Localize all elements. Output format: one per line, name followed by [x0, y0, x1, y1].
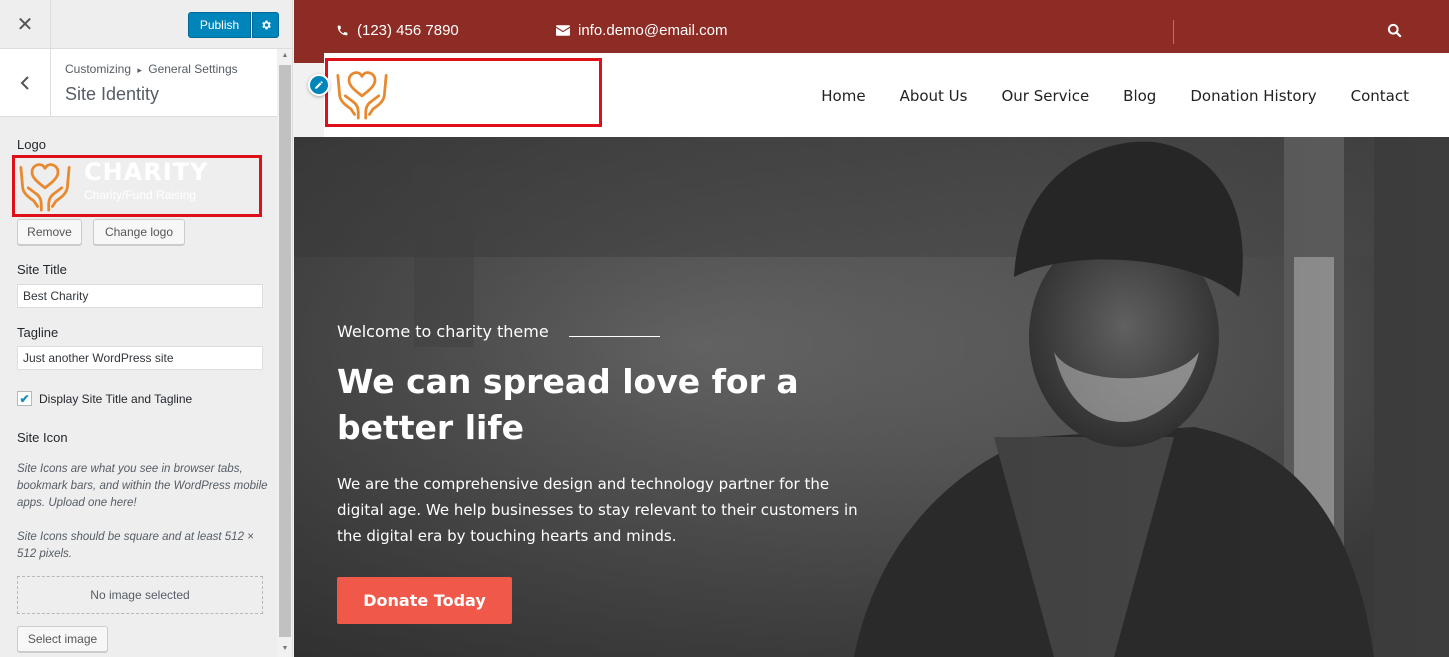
publish-settings-button[interactable] [252, 12, 279, 38]
remove-logo-button[interactable]: Remove [17, 219, 82, 245]
no-image-placeholder: No image selected [17, 576, 263, 614]
hero-banner: Welcome to charity theme We can spread l… [294, 137, 1449, 657]
site-icon-label: Site Icon [17, 430, 68, 445]
nav-about-us[interactable]: About Us [900, 87, 968, 105]
tagline-label: Tagline [17, 325, 59, 340]
hero-description: We are the comprehensive design and tech… [337, 475, 858, 545]
back-button[interactable] [0, 49, 51, 117]
close-icon: ✕ [16, 14, 34, 36]
chevron-left-icon [20, 76, 29, 90]
display-title-tagline-label: Display Site Title and Tagline [39, 392, 193, 406]
email-address: info.demo@email.com [578, 22, 728, 39]
email-contact[interactable]: info.demo@email.com [556, 22, 727, 39]
nav-menu: Home About Us Our Service Blog Donation … [821, 87, 1409, 105]
nav-our-service[interactable]: Our Service [1001, 87, 1089, 105]
nav-home[interactable]: Home [821, 87, 865, 105]
donate-today-button[interactable]: Donate Today [337, 577, 512, 624]
customizer-header: ✕ Publish [0, 0, 292, 49]
breadcrumb-separator: ▸ [137, 65, 142, 75]
nav-donation-history[interactable]: Donation History [1190, 87, 1316, 105]
nav-contact[interactable]: Contact [1351, 87, 1409, 105]
sidebar-scrollbar[interactable]: ▲ ▼ [277, 49, 292, 657]
scroll-down-icon[interactable]: ▼ [281, 645, 289, 652]
phone-contact[interactable]: (123) 456 7890 [336, 22, 459, 39]
display-title-tagline-checkbox[interactable]: ✔ [17, 391, 32, 406]
select-image-button[interactable]: Select image [17, 626, 108, 652]
site-icon-size-note: Site Icons should be square and at least… [17, 531, 254, 560]
top-bar-divider [1173, 20, 1174, 44]
envelope-icon [556, 25, 570, 36]
close-customizer-button[interactable]: ✕ [0, 0, 51, 49]
hero-kicker-text: Welcome to charity theme [337, 322, 549, 341]
hero-kicker: Welcome to charity theme [337, 322, 660, 341]
breadcrumb: Customizing ▸ General Settings [65, 62, 238, 76]
logo-label: Logo [17, 137, 46, 152]
breadcrumb-root: Customizing [65, 62, 132, 76]
logo-name: CHARITY [84, 158, 209, 186]
hero-kicker-line [568, 336, 660, 337]
search-button[interactable] [1387, 23, 1402, 41]
site-title-label: Site Title [17, 262, 67, 277]
pencil-icon [315, 81, 323, 89]
publish-button[interactable]: Publish [188, 12, 251, 38]
header-logo[interactable] [334, 68, 390, 123]
scrollbar-thumb[interactable] [279, 65, 291, 637]
section-title: Site Identity [65, 84, 160, 104]
section-header: Customizing ▸ General Settings Site Iden… [0, 49, 277, 117]
edit-logo-shortcut[interactable] [308, 74, 330, 96]
change-logo-button[interactable]: Change logo [93, 219, 185, 245]
site-icon-description: Site Icons are what you see in browser t… [17, 463, 268, 509]
gear-icon [261, 20, 271, 30]
customizer-sidebar: ✕ Publish Customizing ▸ General Settings… [0, 0, 293, 657]
scroll-up-icon[interactable]: ▲ [281, 52, 289, 59]
search-icon [1387, 23, 1402, 38]
tagline-input[interactable] [17, 346, 263, 370]
hero-heading: We can spread love for a better life [337, 362, 799, 447]
phone-icon [337, 25, 348, 36]
hands-heart-logo-icon [336, 71, 388, 120]
phone-number: (123) 456 7890 [357, 22, 459, 39]
logo-preview-text: CHARITY Charity/Fund Raising [84, 158, 208, 202]
nav-blog[interactable]: Blog [1123, 87, 1156, 105]
site-title-input[interactable] [17, 284, 263, 308]
site-preview: (123) 456 7890 info.demo@email.com Home … [294, 0, 1449, 657]
logo-tagline: Charity/Fund Raising [84, 188, 197, 202]
hands-heart-logo-icon [19, 163, 71, 212]
breadcrumb-section: General Settings [148, 62, 238, 76]
